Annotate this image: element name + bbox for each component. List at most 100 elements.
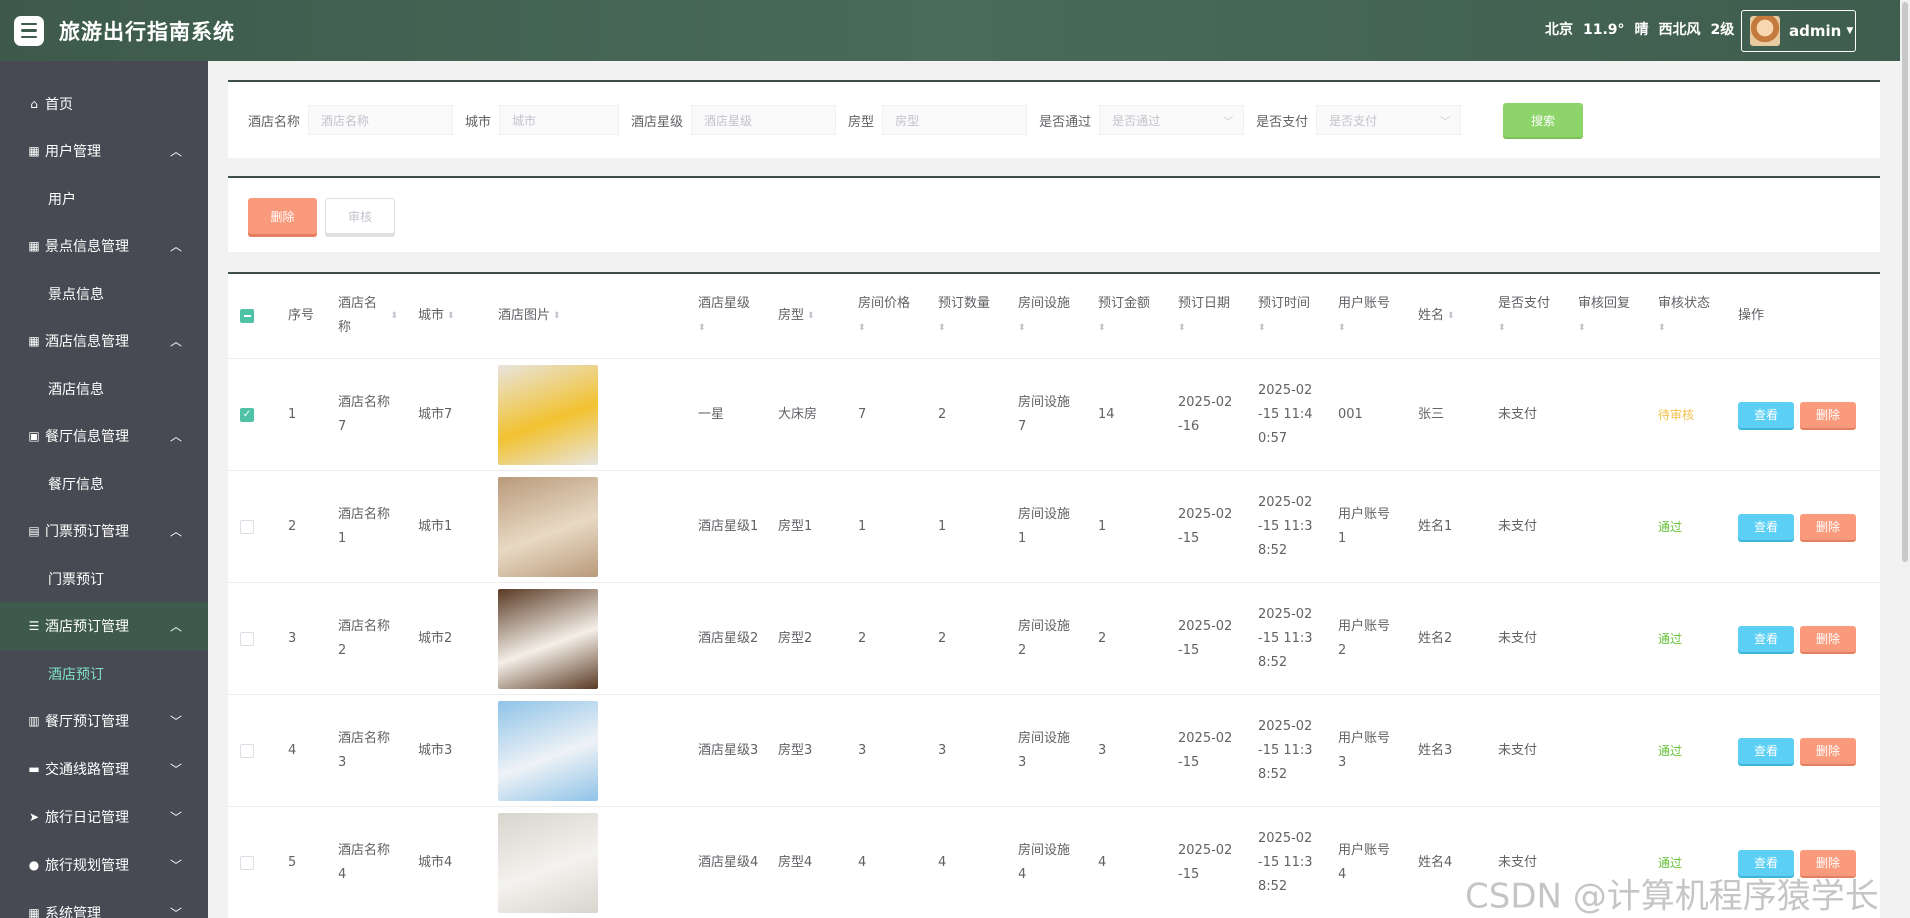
column-header-facility[interactable]: 房间设施 ⬍ <box>1018 274 1070 358</box>
hotel-image[interactable] <box>498 588 598 689</box>
column-header-amount[interactable]: 预订金额 ⬍ <box>1098 274 1150 358</box>
delete-button[interactable]: 删除 <box>1800 513 1856 540</box>
batch-delete-button[interactable]: 删除 <box>248 198 317 234</box>
column-header-hotel-name[interactable]: 酒店名称 ⬍ <box>338 274 398 358</box>
chevron-up-icon: ︿ <box>169 334 182 349</box>
search-select-4[interactable]: 是否通过 ﹀ <box>1099 105 1245 135</box>
bus-icon: ▬ <box>28 762 40 776</box>
search-panel: 酒店名称 酒店名称 城市 城市 酒店星级 酒店星级 房型 房型 是否通过 是否通过 ﹀ 是否支付 是否支… <box>228 80 1880 158</box>
table-row[interactable]: 3 酒店名称2 城市2 酒店星级2 房型2 2 2 房间设施2 2 2025-02-15 2025-… <box>228 583 1880 695</box>
column-label: 房间价格 <box>858 296 911 311</box>
table-row[interactable]: ✓ 1 酒店名称7 城市7 一星 大床房 7 2 房间设施7 14 2025-02-16 2025-0… <box>228 359 1880 471</box>
sidebar-group-10[interactable]: ▦ 系统管理 ﹀ <box>0 889 208 918</box>
search-button[interactable]: 搜索 <box>1503 103 1584 137</box>
row-checkbox[interactable] <box>240 743 254 758</box>
sidebar-group-0[interactable]: ▦ 用户管理 ︿ <box>0 127 208 175</box>
search-placeholder: 酒店星级 <box>704 113 753 128</box>
search-placeholder: 城市 <box>512 113 537 128</box>
cell-account: 用户账号4 <box>1338 842 1391 882</box>
column-header-status[interactable]: 审核状态 ⬍ <box>1658 274 1710 358</box>
hotel-image-cell <box>498 807 598 918</box>
search-label-1: 城市 <box>465 114 492 130</box>
chevron-down-icon: ﹀ <box>169 906 182 918</box>
sidebar-group-7[interactable]: ▬ 交通线路管理 ﹀ <box>0 745 208 793</box>
row-checkbox[interactable] <box>240 631 254 646</box>
menu-toggle-icon[interactable] <box>14 15 44 46</box>
column-header-name[interactable]: 姓名 ⬍ <box>1418 274 1455 358</box>
cell-star: 酒店星级2 <box>698 630 759 646</box>
cell-time: 2025-02-15 11:38:52 <box>1258 494 1313 558</box>
column-label: 房间设施 <box>1018 296 1071 311</box>
sidebar-item-4[interactable]: 门票预订 <box>0 555 208 602</box>
search-select-5[interactable]: 是否支付 ﹀ <box>1316 105 1462 135</box>
sort-icon: ⬍ <box>553 311 561 321</box>
search-input-2[interactable]: 酒店星级 <box>691 105 837 135</box>
column-header-image[interactable]: 酒店图片 ⬍ <box>498 274 561 358</box>
column-header-paid[interactable]: 是否支付 ⬍ <box>1498 274 1550 358</box>
column-header-star[interactable]: 酒店星级 ⬍ <box>698 274 750 358</box>
grid-icon: ▦ <box>28 334 40 348</box>
column-header-room-type[interactable]: 房型 ⬍ <box>778 274 815 358</box>
sidebar-group-label: 系统管理 <box>45 906 101 918</box>
sidebar-item-2[interactable]: 酒店信息 <box>0 365 208 412</box>
cell-name: 张三 <box>1418 406 1445 422</box>
column-header-city[interactable]: 城市 ⬍ <box>418 274 455 358</box>
search-input-1[interactable]: 城市 <box>499 105 620 135</box>
view-button[interactable]: 查看 <box>1738 625 1794 652</box>
hotel-image[interactable] <box>498 700 598 801</box>
column-label: 审核状态 <box>1658 296 1711 311</box>
sidebar-group-label: 酒店信息管理 <box>45 334 129 350</box>
cell-index: 5 <box>288 854 297 870</box>
column-header-price[interactable]: 房间价格 ⬍ <box>858 274 910 358</box>
audit-button[interactable]: 审核 <box>325 198 395 234</box>
sidebar-group-4[interactable]: ▤ 门票预订管理 ︿ <box>0 507 208 555</box>
sidebar-item-3[interactable]: 餐厅信息 <box>0 460 208 507</box>
delete-button[interactable]: 删除 <box>1800 625 1856 652</box>
column-header-date[interactable]: 预订日期 ⬍ <box>1178 274 1230 358</box>
sidebar-group-8[interactable]: ➤ 旅行日记管理 ﹀ <box>0 793 208 841</box>
delete-button[interactable]: 删除 <box>1800 737 1856 764</box>
sidebar-group-2[interactable]: ▦ 酒店信息管理 ︿ <box>0 317 208 365</box>
column-header-account[interactable]: 用户账号 ⬍ <box>1338 274 1390 358</box>
caret-down-icon: ▼ <box>1846 26 1854 36</box>
row-checkbox[interactable] <box>240 855 254 870</box>
search-input-0[interactable]: 酒店名称 <box>308 105 454 135</box>
hotel-image[interactable] <box>498 812 598 913</box>
view-button[interactable]: 查看 <box>1738 401 1794 428</box>
search-input-3[interactable]: 房型 <box>882 105 1028 135</box>
page-scrollbar[interactable] <box>1902 2 1908 562</box>
select-all-checkbox[interactable] <box>240 309 254 323</box>
sidebar-group-1[interactable]: ▦ 景点信息管理 ︿ <box>0 222 208 270</box>
cell-quantity: 3 <box>938 742 947 758</box>
grid-icon: ▦ <box>28 239 40 253</box>
status-text: 待审核 <box>1658 407 1695 422</box>
user-menu[interactable]: admin ▼ <box>1741 10 1856 52</box>
view-button[interactable]: 查看 <box>1738 513 1794 540</box>
sidebar-group-5[interactable]: ☰ 酒店预订管理 ︿ <box>0 602 208 650</box>
sidebar-item-home[interactable]: ⌂ 首页 <box>0 81 208 127</box>
cell-date: 2025-02-16 <box>1178 394 1233 434</box>
table-row[interactable]: 2 酒店名称1 城市1 酒店星级1 房型1 1 1 房间设施1 1 2025-02-15 2025-… <box>228 471 1880 583</box>
column-header-time[interactable]: 预订时间 ⬍ <box>1258 274 1310 358</box>
hotel-image[interactable] <box>498 364 598 465</box>
watermark: CSDN @计算机程序猿学长 <box>1465 876 1879 917</box>
sidebar-group-6[interactable]: ▥ 餐厅预订管理 ﹀ <box>0 697 208 745</box>
sort-icon: ⬍ <box>390 311 398 321</box>
column-header-quantity[interactable]: 预订数量 ⬍ <box>938 274 990 358</box>
view-button[interactable]: 查看 <box>1738 737 1794 764</box>
sidebar-group-9[interactable]: ● 旅行规划管理 ﹀ <box>0 841 208 889</box>
cell-star: 酒店星级4 <box>698 854 759 870</box>
sidebar-item-5[interactable]: 酒店预订 <box>0 650 208 697</box>
column-header-reply[interactable]: 审核回复 ⬍ <box>1578 274 1630 358</box>
table-row[interactable]: 4 酒店名称3 城市3 酒店星级3 房型3 3 3 房间设施3 3 2025-02-15 2025-… <box>228 695 1880 807</box>
sidebar-group-label: 旅行规划管理 <box>45 858 129 874</box>
sidebar-group-3[interactable]: ▣ 餐厅信息管理 ︿ <box>0 412 208 460</box>
sidebar-item-0[interactable]: 用户 <box>0 175 208 222</box>
row-checkbox[interactable]: ✓ <box>240 407 254 422</box>
sidebar-item-1[interactable]: 景点信息 <box>0 270 208 317</box>
weather-level: 2级 <box>1710 22 1735 38</box>
chevron-down-icon: ﹀ <box>169 714 182 729</box>
delete-button[interactable]: 删除 <box>1800 401 1856 428</box>
row-checkbox[interactable] <box>240 519 254 534</box>
hotel-image[interactable] <box>498 476 598 577</box>
